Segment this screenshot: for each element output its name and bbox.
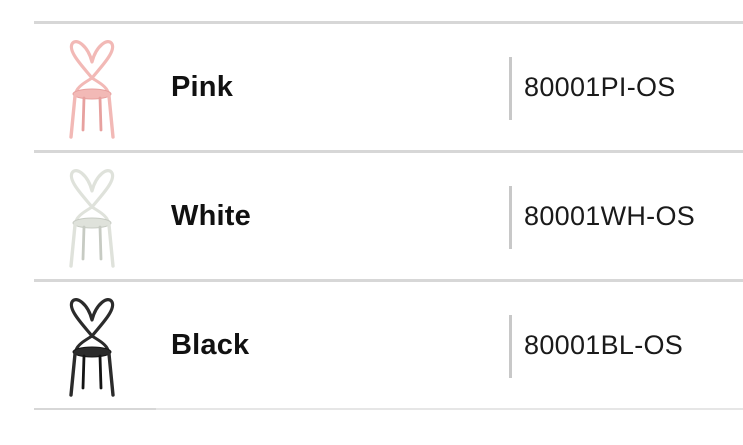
column-divider bbox=[509, 186, 512, 249]
column-divider bbox=[509, 315, 512, 378]
column-divider bbox=[509, 57, 512, 120]
variant-row-white[interactable]: White 80001WH-OS bbox=[34, 153, 743, 279]
ribbon-chair-icon[interactable] bbox=[62, 296, 122, 398]
variant-color-name: Black bbox=[171, 329, 250, 361]
variant-sku: 80001WH-OS bbox=[524, 201, 696, 231]
variant-color-name: Pink bbox=[171, 71, 234, 103]
variant-row-pink[interactable]: Pink 80001PI-OS bbox=[34, 24, 743, 150]
table-divider bbox=[34, 408, 743, 410]
variant-row-black[interactable]: Black 80001BL-OS bbox=[34, 282, 743, 408]
ribbon-chair-icon[interactable] bbox=[62, 38, 122, 140]
variant-sku: 80001BL-OS bbox=[524, 330, 684, 360]
ribbon-chair-icon[interactable] bbox=[62, 167, 122, 269]
variant-table: Pink 80001PI-OS White 80001WH-OS Black 8… bbox=[34, 21, 743, 410]
variant-sku: 80001PI-OS bbox=[524, 72, 676, 102]
variant-color-name: White bbox=[171, 200, 251, 232]
